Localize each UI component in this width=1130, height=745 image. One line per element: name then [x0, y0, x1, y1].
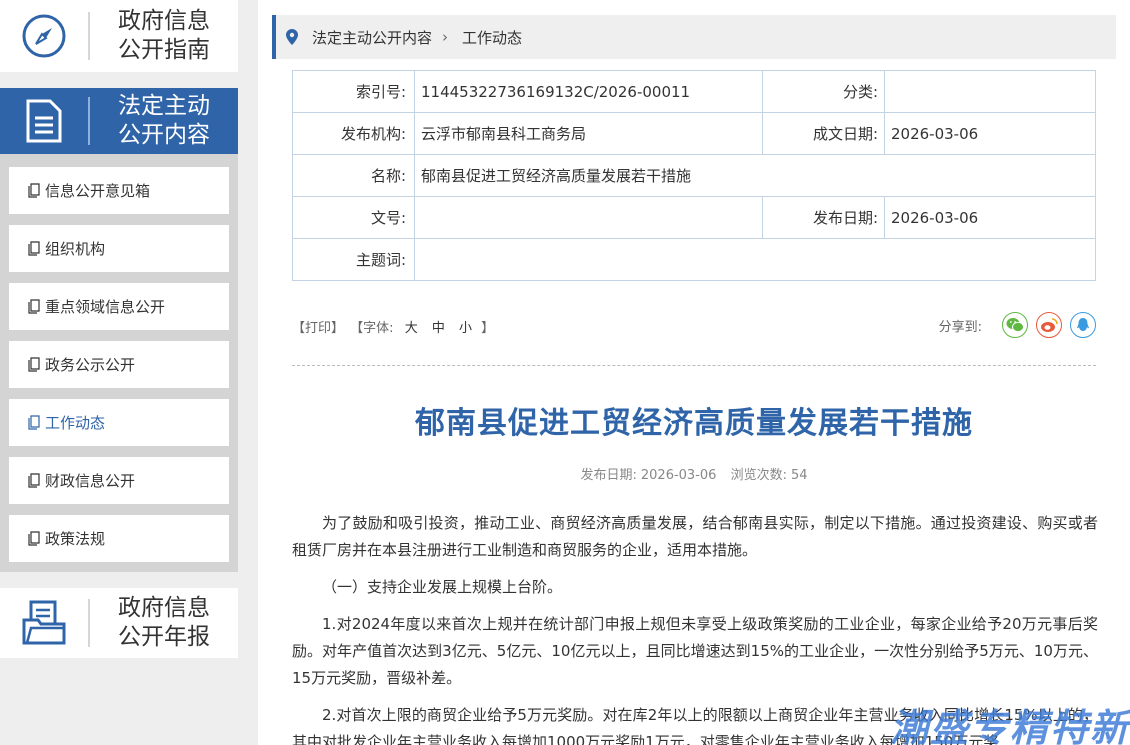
print-font-controls: 【打印】 【字体: 大 中 小 】 [292, 317, 496, 336]
sidebar-item-label: 重点领域信息公开 [45, 298, 166, 316]
sidebar-item-work-news[interactable]: 工作动态 [9, 399, 229, 446]
breadcrumb: 法定主动公开内容 › 工作动态 [272, 15, 1116, 59]
font-small-button[interactable]: 小 [459, 321, 472, 336]
share-label: 分享到: [938, 319, 982, 335]
written-date-label: 成文日期: [762, 112, 885, 155]
annual-report-label: 政府信息 公开年报 [118, 595, 210, 650]
article-paragraph: 为了鼓励和吸引投资，推动工业、商贸经济高质量发展，结合郁南县实际，制定以下措施。… [292, 514, 1098, 559]
breadcrumb-parent-link[interactable]: 法定主动公开内容 [312, 27, 432, 48]
sidebar-item-label: 政务公示公开 [45, 356, 136, 374]
file-icon [28, 241, 40, 256]
breadcrumb-current-link[interactable]: 工作动态 [462, 27, 522, 48]
doc-number-value [414, 196, 763, 239]
sidebar-item-finance[interactable]: 财政信息公开 [9, 457, 229, 504]
location-pin-icon [286, 29, 298, 45]
article-publish-date: 2026-03-06 [640, 468, 717, 483]
qq-icon[interactable] [1070, 312, 1096, 338]
written-date-value: 2026-03-06 [884, 112, 1096, 155]
meta-row: 文号: 发布日期: 2026-03-06 [292, 196, 1096, 239]
sidebar-item-key-areas[interactable]: 重点领域信息公开 [9, 283, 229, 330]
folder-document-icon [0, 588, 88, 658]
font-size-close: 】 [481, 321, 495, 336]
weibo-icon[interactable] [1036, 312, 1062, 338]
meta-row: 发布机构: 云浮市郁南县科工商务局 成文日期: 2026-03-06 [292, 112, 1096, 155]
font-size-open: 【字体: [350, 321, 394, 336]
views-caption: 浏览次数: [730, 468, 787, 483]
active-section-tile[interactable]: 法定主动 公开内容 [0, 88, 238, 154]
sidebar-item-label: 组织机构 [45, 240, 106, 258]
document-icon [0, 86, 88, 156]
wechat-icon[interactable] [1002, 312, 1028, 338]
meta-row: 索引号: 11445322736169132C/2026-00011 分类: [292, 70, 1096, 113]
main-panel: 法定主动公开内容 › 工作动态 索引号: 11445322736169132C/… [258, 0, 1130, 745]
publish-date-label: 发布日期: [762, 196, 885, 239]
document-meta-table: 索引号: 11445322736169132C/2026-00011 分类: 发… [292, 70, 1096, 281]
sidebar-item-opinion-box[interactable]: 信息公开意见箱 [9, 167, 229, 214]
divider [292, 365, 1096, 366]
meta-row: 主题词: [292, 238, 1096, 281]
publish-date-value: 2026-03-06 [884, 196, 1096, 239]
sidebar-item-label: 信息公开意见箱 [45, 182, 151, 200]
index-number-value: 11445322736169132C/2026-00011 [414, 70, 763, 113]
font-large-button[interactable]: 大 [405, 321, 418, 336]
article-toolbar: 【打印】 【字体: 大 中 小 】 分享到: [292, 312, 1096, 338]
keywords-value [414, 238, 1096, 281]
file-icon [28, 299, 40, 314]
article-paragraph: （一）支持企业发展上规模上台阶。 [322, 578, 563, 596]
guide-tile[interactable]: 政府信息 公开指南 [0, 0, 238, 72]
name-label: 名称: [292, 154, 415, 197]
meta-row: 名称: 郁南县促进工贸经济高质量发展若干措施 [292, 154, 1096, 197]
file-icon [28, 183, 40, 198]
category-value [884, 70, 1096, 113]
active-section-label: 法定主动 公开内容 [118, 93, 210, 148]
category-label: 分类: [762, 70, 885, 113]
sidebar: 政府信息 公开指南 法定主动 公开内容 信息公开意见箱 组织机构 重点领域信息公… [0, 0, 240, 745]
file-icon [28, 357, 40, 372]
doc-number-label: 文号: [292, 196, 415, 239]
chevron-right-icon: › [442, 28, 449, 46]
article-paragraph: 1.对2024年度以来首次上规并在统计部门申报上规但未享受上级政策奖励的工业企业… [292, 615, 1098, 687]
sidebar-item-label: 财政信息公开 [45, 472, 136, 490]
sidebar-list: 信息公开意见箱 组织机构 重点领域信息公开 政务公示公开 工作动态 财政信息公开… [0, 154, 238, 572]
share-bar: 分享到: [939, 312, 1096, 338]
watermark-text: 潮盛专精特新 [890, 706, 1130, 745]
sidebar-item-label: 政策法规 [45, 530, 106, 548]
file-icon [28, 415, 40, 430]
compass-icon [0, 1, 88, 71]
publisher-value: 云浮市郁南县科工商务局 [414, 112, 763, 155]
keywords-label: 主题词: [292, 238, 415, 281]
sidebar-item-policies[interactable]: 政策法规 [9, 515, 229, 562]
print-button[interactable]: 【打印】 [292, 321, 344, 336]
view-count: 54 [790, 468, 808, 483]
file-icon [28, 473, 40, 488]
article-info: 发布日期: 2026-03-06 浏览次数: 54 [292, 464, 1096, 483]
sidebar-item-label: 工作动态 [45, 414, 106, 432]
sidebar-item-organization[interactable]: 组织机构 [9, 225, 229, 272]
publisher-label: 发布机构: [292, 112, 415, 155]
article-title: 郁南县促进工贸经济高质量发展若干措施 [415, 406, 973, 441]
index-number-label: 索引号: [292, 70, 415, 113]
annual-report-tile[interactable]: 政府信息 公开年报 [0, 588, 238, 658]
file-icon [28, 531, 40, 546]
publish-date-caption: 发布日期: [580, 468, 637, 483]
sidebar-item-public-notice[interactable]: 政务公示公开 [9, 341, 229, 388]
guide-label: 政府信息 公开指南 [118, 8, 210, 63]
font-medium-button[interactable]: 中 [432, 321, 445, 336]
name-value: 郁南县促进工贸经济高质量发展若干措施 [414, 154, 1096, 197]
